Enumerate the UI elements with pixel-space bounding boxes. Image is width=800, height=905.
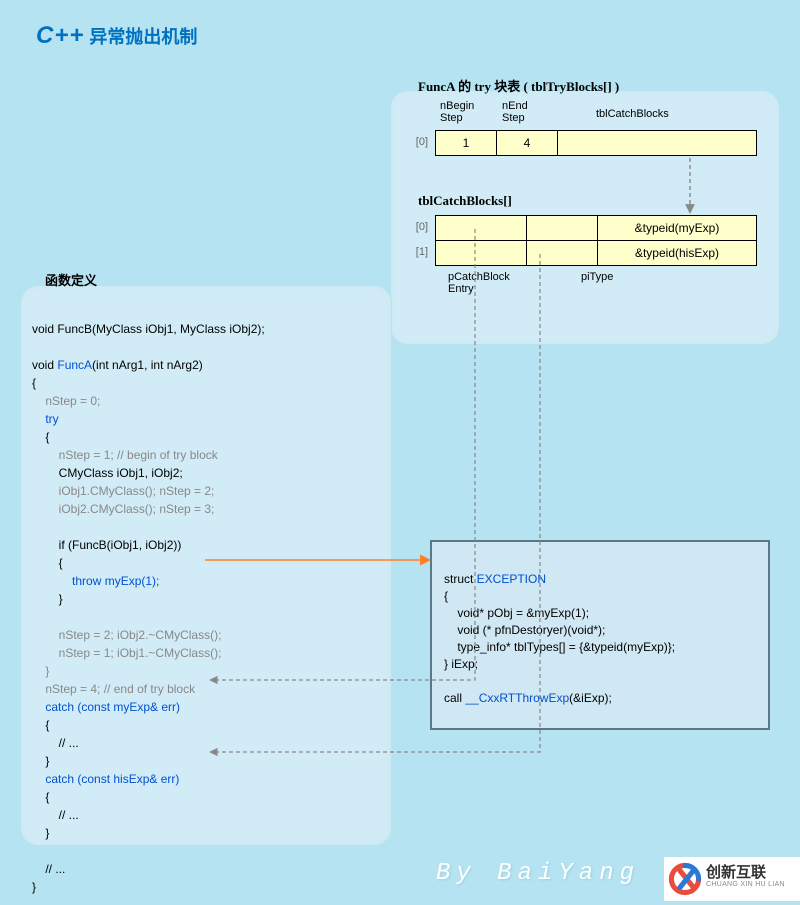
code-l04: { [32,376,36,390]
code-l03b: FuncA [57,358,92,372]
code-l26: catch (const hisExp& err) [32,772,179,786]
catch1-c2: &typeid(hisExp) [597,240,757,266]
code-l08: nStep = 1; // begin of try block [32,448,218,462]
code-l32: } [32,880,36,894]
exc-l2: { [444,589,448,603]
page-title: C++ 异常抛出机制 [36,22,197,50]
code-l18: nStep = 2; iObj2.~CMyClass(); [32,628,221,642]
code-l22: catch (const myExp& err) [32,700,180,714]
exception-struct-box: struct EXCEPTION { void* pObj = &myExp(1… [430,540,770,730]
logo-text: 创新互联 CHUANG XIN HU LIAN [706,867,785,891]
code-l13: if (FuncB(iObj1, iObj2)) [32,538,181,552]
func-title: 函数定义 [45,270,97,289]
exc-l6: } iExp; [444,657,478,671]
title-cpp: C++ [36,22,84,49]
code-l16: } [32,592,63,606]
code-l10: iObj1.CMyClass(); nStep = 2; [32,484,214,498]
code-l21: nStep = 4; // end of try block [32,682,195,696]
code-l07: { [32,430,49,444]
code-l11: iObj2.CMyClass(); nStep = 3; [32,502,214,516]
lbl-pcatch: pCatchBlock Entry [448,271,510,295]
exc-l5: type_info* tblTypes[] = {&typeid(myExp)}… [444,640,675,654]
code-l15a [32,574,72,588]
exc-l4: void (* pfnDestoryer)(void*); [444,623,605,637]
tryblocks-title: FuncA 的 try 块表 ( tblTryBlocks[] ) [418,76,619,95]
code-l06: try [32,412,59,426]
title-rest: 异常抛出机制 [84,27,197,47]
exc-l8b: __CxxRTThrowExp [465,691,569,705]
code-l05: nStep = 0; [32,394,100,408]
catch-row-1: &typeid(hisExp) [436,240,757,266]
catch-row-0: &typeid(myExp) [436,215,757,241]
logo-line2: CHUANG XIN HU LIAN [706,879,785,891]
code-l19: nStep = 1; iObj1.~CMyClass(); [32,646,221,660]
code-l15b: throw myExp(1); [72,574,159,588]
code-block: void FuncB(MyClass iObj1, MyClass iObj2)… [32,302,382,896]
exc-l8c: (&iExp); [569,691,612,705]
code-l27: { [32,790,49,804]
hdr-nend: nEnd Step [502,100,528,124]
hdr-catchblocks: tblCatchBlocks [596,108,669,120]
lbl-pitype: piType [581,271,613,283]
catchblocks-title: tblCatchBlocks[] [418,193,512,209]
tryblocks-idx-0: [0] [406,136,428,148]
code-l20: } [32,664,49,678]
exc-l8a: call [444,691,465,705]
logo-box: 创新互联 CHUANG XIN HU LIAN [664,857,800,901]
code-l25: } [32,754,49,768]
code-l31: // ... [32,862,65,876]
logo-line1: 创新互联 [706,867,785,879]
code-l09: CMyClass iObj1, iObj2; [32,466,183,480]
code-l23: { [32,718,49,732]
cell-nbegin: 1 [435,130,497,156]
catch-idx-0: [0] [406,221,428,233]
catch-idx-1: [1] [406,246,428,258]
hdr-nbegin: nBegin Step [440,100,474,124]
cell-nend: 4 [496,130,558,156]
catch0-c0 [435,215,527,241]
code-l14: { [32,556,63,570]
catch1-c0 [435,240,527,266]
logo-icon [668,862,702,896]
exc-l1a: struct [444,572,477,586]
code-l01: void FuncB(MyClass iObj1, MyClass iObj2)… [32,322,265,336]
catch0-c2: &typeid(myExp) [597,215,757,241]
exc-l3: void* pObj = &myExp(1); [444,606,589,620]
exc-l1b: EXCEPTION [477,572,546,586]
tryblocks-row-0: 1 4 [436,130,757,156]
cell-catchptr [557,130,757,156]
footer-credit: By BaiYang [436,860,640,887]
code-l03c: (int nArg1, int nArg2) [92,358,203,372]
catch1-c1 [526,240,598,266]
code-l03a: void [32,358,57,372]
code-l29: } [32,826,49,840]
code-l28: // ... [32,808,79,822]
code-l24: // ... [32,736,79,750]
catch0-c1 [526,215,598,241]
tryblocks-table: nBegin Step nEnd Step tblCatchBlocks [0]… [406,100,766,180]
